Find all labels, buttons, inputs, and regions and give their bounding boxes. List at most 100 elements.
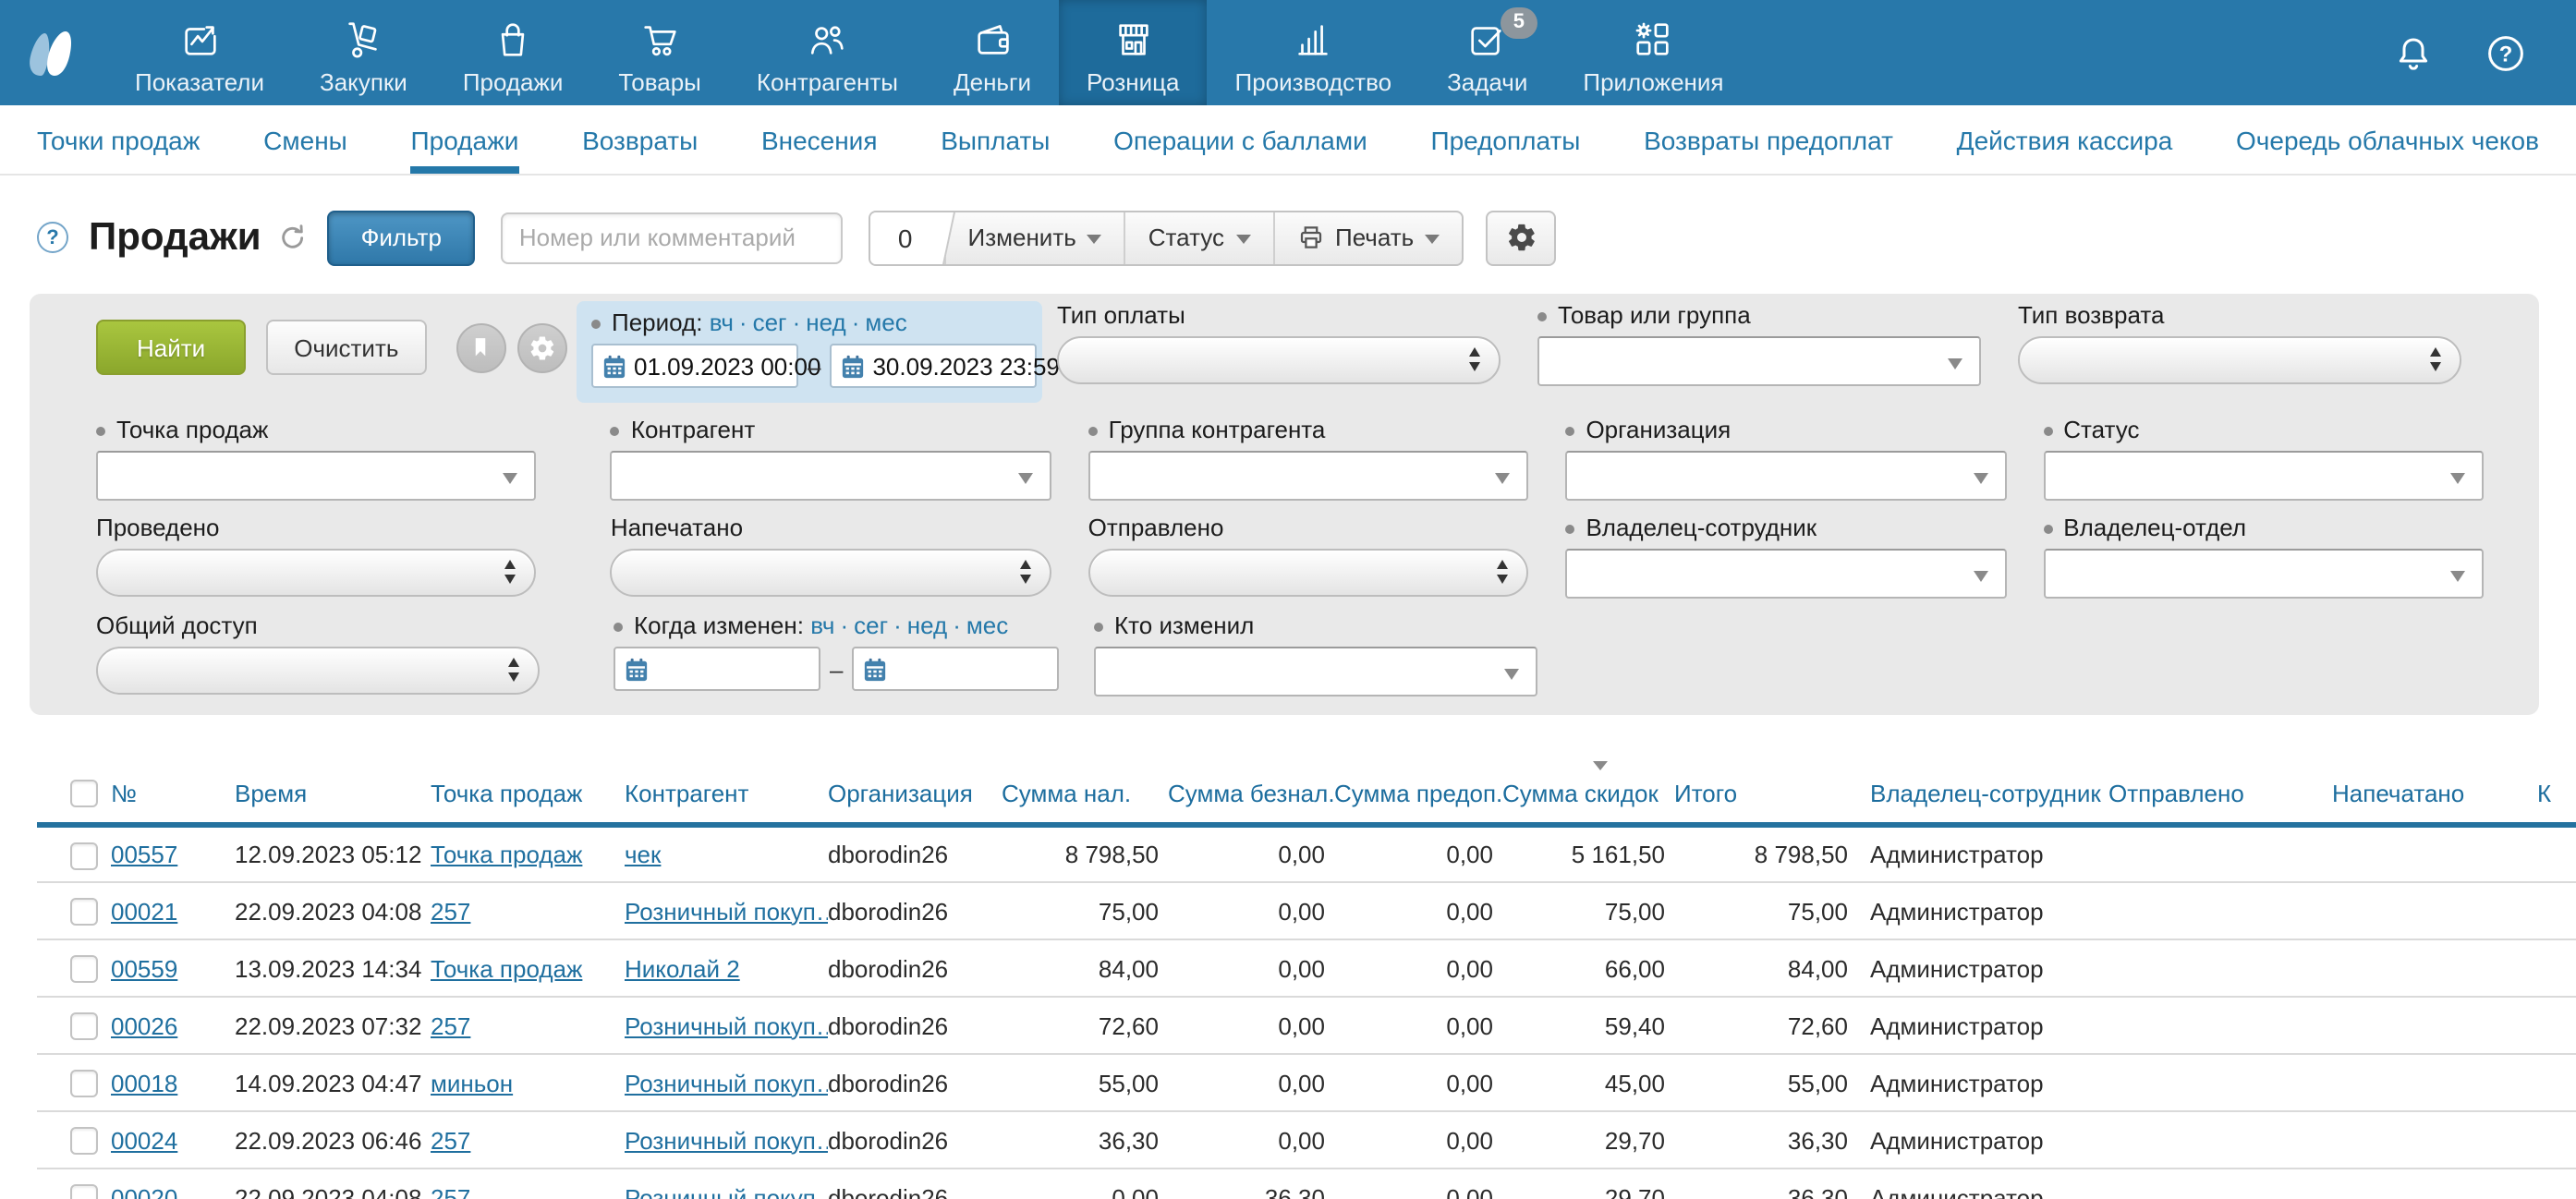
app-logo-icon[interactable]: [0, 0, 107, 105]
column-header-pos[interactable]: Точка продаж: [431, 756, 625, 825]
period-from-input[interactable]: 01.09.2023 00:00: [591, 344, 798, 388]
edit-button[interactable]: Изменить: [944, 212, 1124, 263]
shared-access-select[interactable]: [96, 647, 540, 695]
subnav-item-sales[interactable]: Продажи: [411, 105, 519, 174]
counterparty-combobox[interactable]: [611, 451, 1051, 501]
row-checkbox[interactable]: [70, 898, 98, 926]
pos-link[interactable]: 257: [431, 1126, 470, 1154]
nav-item-indicators[interactable]: Показатели: [107, 0, 292, 105]
column-header-owner[interactable]: Владелец-сотрудник: [1857, 756, 2096, 825]
subnav-item-deposits[interactable]: Внесения: [761, 105, 878, 174]
nav-item-apps[interactable]: Приложения: [1555, 0, 1751, 105]
subnav-item-shifts[interactable]: Смены: [263, 105, 347, 174]
product-or-group-combobox[interactable]: [1537, 336, 1981, 386]
search-input[interactable]: [501, 212, 843, 263]
modified-shortcut-yesterday[interactable]: вч: [810, 612, 834, 641]
row-checkbox[interactable]: [70, 1012, 98, 1040]
doc-number-link[interactable]: 00026: [111, 1011, 177, 1039]
filter-settings-button[interactable]: [516, 322, 566, 372]
subnav-item-cloud-receipts-queue[interactable]: Очередь облачных чеков: [2236, 105, 2539, 174]
modified-from-input[interactable]: [614, 647, 820, 691]
counterparty-link[interactable]: Розничный покуп…: [625, 1183, 828, 1199]
printed-select[interactable]: [611, 549, 1051, 597]
bookmark-button[interactable]: [456, 322, 505, 372]
modified-to-input[interactable]: [852, 647, 1059, 691]
status-combobox[interactable]: [2043, 451, 2484, 501]
doc-number-link[interactable]: 00021: [111, 897, 177, 925]
modified-by-combobox[interactable]: [1094, 647, 1537, 696]
doc-number-link[interactable]: 00557: [111, 841, 177, 868]
row-checkbox[interactable]: [70, 1070, 98, 1097]
counterparty-link[interactable]: Николай 2: [625, 954, 740, 982]
settings-gear-button[interactable]: [1486, 210, 1556, 265]
nav-item-products[interactable]: Товары: [590, 0, 728, 105]
organization-combobox[interactable]: [1565, 451, 2006, 501]
period-shortcut-week[interactable]: нед: [806, 309, 845, 338]
owner-department-combobox[interactable]: [2043, 549, 2484, 599]
period-shortcut-month[interactable]: мес: [865, 309, 906, 338]
counterparty-link[interactable]: чек: [625, 841, 661, 868]
notifications-bell-icon[interactable]: [2391, 30, 2436, 75]
pos-link[interactable]: Точка продаж: [431, 841, 582, 868]
find-button[interactable]: Найти: [96, 320, 246, 375]
nav-item-sales[interactable]: Продажи: [435, 0, 591, 105]
row-checkbox[interactable]: [70, 842, 98, 869]
column-header-number[interactable]: №: [111, 756, 235, 825]
pos-link[interactable]: миньон: [431, 1069, 513, 1096]
modified-shortcut-month[interactable]: мес: [966, 612, 1008, 641]
column-header-sent[interactable]: Отправлено: [2096, 756, 2319, 825]
subnav-item-pos[interactable]: Точки продаж: [37, 105, 200, 174]
print-button[interactable]: Печать: [1272, 212, 1462, 263]
counterparty-link[interactable]: Розничный покуп…: [625, 1069, 828, 1096]
doc-number-link[interactable]: 00020: [111, 1183, 177, 1199]
modified-shortcut-week[interactable]: нед: [907, 612, 947, 641]
period-shortcut-yesterday[interactable]: вч: [710, 309, 734, 338]
return-type-select[interactable]: [2018, 336, 2461, 384]
row-checkbox[interactable]: [70, 955, 98, 983]
column-header-time[interactable]: Время: [235, 756, 431, 825]
counterparty-link[interactable]: Розничный покуп…: [625, 897, 828, 925]
nav-item-counterparties[interactable]: Контрагенты: [729, 0, 926, 105]
pos-link[interactable]: 257: [431, 1183, 470, 1199]
counterparty-link[interactable]: Розничный покуп…: [625, 1126, 828, 1154]
column-header-discount-sum[interactable]: Сумма скидок: [1502, 756, 1674, 825]
column-header-total[interactable]: Итого: [1674, 756, 1857, 825]
sent-select[interactable]: [1088, 549, 1529, 597]
period-shortcut-today[interactable]: сег: [753, 309, 787, 338]
counterparty-group-combobox[interactable]: [1088, 451, 1529, 501]
row-checkbox[interactable]: [70, 1127, 98, 1155]
payment-type-select[interactable]: [1057, 336, 1501, 384]
pos-link[interactable]: 257: [431, 1011, 470, 1039]
owner-employee-combobox[interactable]: [1565, 549, 2006, 599]
column-header-cashless-sum[interactable]: Сумма безнал.: [1168, 756, 1334, 825]
page-help-icon[interactable]: ?: [37, 222, 68, 253]
subnav-item-returns[interactable]: Возвраты: [582, 105, 698, 174]
counterparty-link[interactable]: Розничный покуп…: [625, 1011, 828, 1039]
subnav-item-cashier-actions[interactable]: Действия кассира: [1957, 105, 2173, 174]
column-header-prepaid-sum[interactable]: Сумма предоп.: [1334, 756, 1502, 825]
nav-item-production[interactable]: Производство: [1208, 0, 1420, 105]
pos-link[interactable]: Точка продаж: [431, 954, 582, 982]
modified-shortcut-today[interactable]: сег: [854, 612, 888, 641]
column-header-organization[interactable]: Организация: [828, 756, 1002, 825]
nav-item-tasks[interactable]: 5 Задачи: [1419, 0, 1555, 105]
column-header-extra[interactable]: К: [2524, 756, 2576, 825]
filter-button[interactable]: Фильтр: [328, 210, 475, 265]
status-button[interactable]: Статус: [1124, 212, 1272, 263]
column-header-printed[interactable]: Напечатано: [2319, 756, 2524, 825]
doc-number-link[interactable]: 00018: [111, 1069, 177, 1096]
subnav-item-points-operations[interactable]: Операции с баллами: [1113, 105, 1367, 174]
nav-item-retail[interactable]: Розница: [1059, 0, 1208, 105]
pos-link[interactable]: 257: [431, 897, 470, 925]
nav-item-money[interactable]: Деньги: [926, 0, 1059, 105]
posted-select[interactable]: [96, 549, 537, 597]
subnav-item-payouts[interactable]: Выплаты: [941, 105, 1050, 174]
column-header-cash-sum[interactable]: Сумма нал.: [1002, 756, 1168, 825]
nav-item-purchases[interactable]: Закупки: [292, 0, 435, 105]
subnav-item-prepayments[interactable]: Предоплаты: [1430, 105, 1580, 174]
select-all-checkbox[interactable]: [70, 780, 98, 807]
refresh-icon[interactable]: [278, 224, 306, 251]
subnav-item-prepayment-returns[interactable]: Возвраты предоплат: [1644, 105, 1893, 174]
row-checkbox[interactable]: [70, 1184, 98, 1199]
clear-button[interactable]: Очистить: [266, 320, 426, 375]
